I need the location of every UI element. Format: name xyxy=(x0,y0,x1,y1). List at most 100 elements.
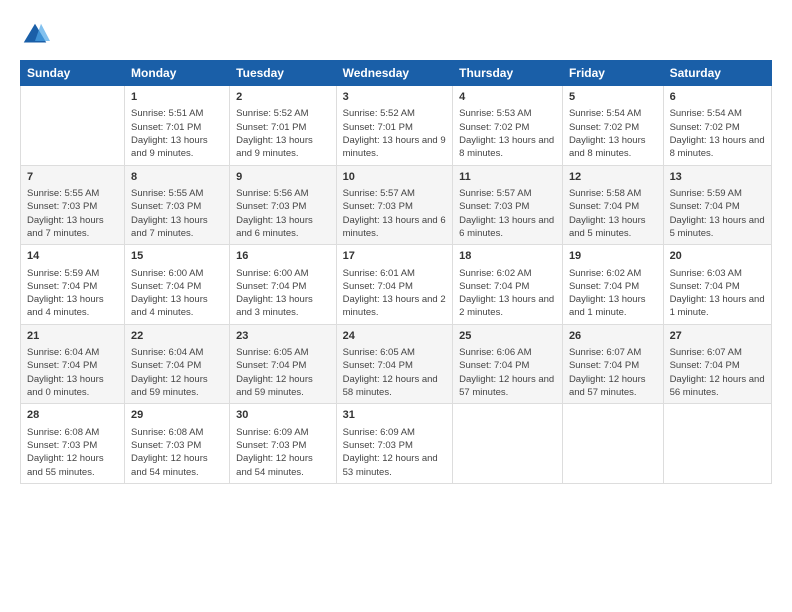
day-number: 25 xyxy=(459,329,556,344)
day-content: Sunrise: 6:00 AMSunset: 7:04 PMDaylight:… xyxy=(131,267,223,320)
day-number: 16 xyxy=(236,249,329,264)
day-content: Sunrise: 6:07 AMSunset: 7:04 PMDaylight:… xyxy=(670,346,765,399)
day-number: 24 xyxy=(343,329,447,344)
header-row: SundayMondayTuesdayWednesdayThursdayFrid… xyxy=(21,61,772,86)
day-header-thursday: Thursday xyxy=(453,61,563,86)
day-content: Sunrise: 6:05 AMSunset: 7:04 PMDaylight:… xyxy=(236,346,329,399)
day-cell: 16 Sunrise: 6:00 AMSunset: 7:04 PMDayligh… xyxy=(230,245,336,325)
day-cell: 2 Sunrise: 5:52 AMSunset: 7:01 PMDaylight… xyxy=(230,86,336,166)
day-number: 7 xyxy=(27,170,118,185)
day-number: 30 xyxy=(236,408,329,423)
week-row-3: 14 Sunrise: 5:59 AMSunset: 7:04 PMDayligh… xyxy=(21,245,772,325)
day-content: Sunrise: 6:05 AMSunset: 7:04 PMDaylight:… xyxy=(343,346,447,399)
day-number: 6 xyxy=(670,90,765,105)
day-cell: 30 Sunrise: 6:09 AMSunset: 7:03 PMDayligh… xyxy=(230,404,336,484)
day-number: 21 xyxy=(27,329,118,344)
day-cell: 18 Sunrise: 6:02 AMSunset: 7:04 PMDayligh… xyxy=(453,245,563,325)
day-cell: 31Sunrise: 6:09 AMSunset: 7:03 PMDayligh… xyxy=(336,404,453,484)
day-number: 31 xyxy=(343,408,447,423)
day-cell: 6 Sunrise: 5:54 AMSunset: 7:02 PMDaylight… xyxy=(663,86,771,166)
day-cell: 1 Sunrise: 5:51 AMSunset: 7:01 PMDaylight… xyxy=(125,86,230,166)
day-cell: 7 Sunrise: 5:55 AMSunset: 7:03 PMDaylight… xyxy=(21,165,125,245)
day-cell: 5 Sunrise: 5:54 AMSunset: 7:02 PMDaylight… xyxy=(562,86,663,166)
day-cell: 22Sunrise: 6:04 AMSunset: 7:04 PMDayligh… xyxy=(125,324,230,404)
day-cell: 29Sunrise: 6:08 AMSunset: 7:03 PMDayligh… xyxy=(125,404,230,484)
day-content: Sunrise: 6:03 AMSunset: 7:04 PMDaylight:… xyxy=(670,267,765,320)
day-header-tuesday: Tuesday xyxy=(230,61,336,86)
day-content: Sunrise: 5:52 AMSunset: 7:01 PMDaylight:… xyxy=(236,107,329,160)
day-content: Sunrise: 6:02 AMSunset: 7:04 PMDaylight:… xyxy=(459,267,556,320)
day-number: 1 xyxy=(131,90,223,105)
day-number: 10 xyxy=(343,170,447,185)
day-content: Sunrise: 5:54 AMSunset: 7:02 PMDaylight:… xyxy=(670,107,765,160)
day-cell: 10Sunrise: 5:57 AMSunset: 7:03 PMDayligh… xyxy=(336,165,453,245)
day-number: 15 xyxy=(131,249,223,264)
day-number: 23 xyxy=(236,329,329,344)
day-cell: 27 Sunrise: 6:07 AMSunset: 7:04 PMDayligh… xyxy=(663,324,771,404)
week-row-2: 7 Sunrise: 5:55 AMSunset: 7:03 PMDaylight… xyxy=(21,165,772,245)
day-number: 5 xyxy=(569,90,657,105)
day-content: Sunrise: 5:56 AMSunset: 7:03 PMDaylight:… xyxy=(236,187,329,240)
day-content: Sunrise: 5:53 AMSunset: 7:02 PMDaylight:… xyxy=(459,107,556,160)
day-cell: 8Sunrise: 5:55 AMSunset: 7:03 PMDaylight… xyxy=(125,165,230,245)
day-content: Sunrise: 5:51 AMSunset: 7:01 PMDaylight:… xyxy=(131,107,223,160)
day-content: Sunrise: 6:01 AMSunset: 7:04 PMDaylight:… xyxy=(343,267,447,320)
day-content: Sunrise: 5:58 AMSunset: 7:04 PMDaylight:… xyxy=(569,187,657,240)
day-cell: 11 Sunrise: 5:57 AMSunset: 7:03 PMDayligh… xyxy=(453,165,563,245)
day-number: 14 xyxy=(27,249,118,264)
day-number: 12 xyxy=(569,170,657,185)
page: SundayMondayTuesdayWednesdayThursdayFrid… xyxy=(0,0,792,612)
day-cell: 9 Sunrise: 5:56 AMSunset: 7:03 PMDaylight… xyxy=(230,165,336,245)
day-content: Sunrise: 5:59 AMSunset: 7:04 PMDaylight:… xyxy=(27,267,118,320)
day-content: Sunrise: 6:00 AMSunset: 7:04 PMDaylight:… xyxy=(236,267,329,320)
week-row-4: 21Sunrise: 6:04 AMSunset: 7:04 PMDayligh… xyxy=(21,324,772,404)
day-number: 26 xyxy=(569,329,657,344)
day-cell xyxy=(453,404,563,484)
day-cell xyxy=(663,404,771,484)
logo-icon xyxy=(20,20,50,50)
week-row-1: 1 Sunrise: 5:51 AMSunset: 7:01 PMDaylight… xyxy=(21,86,772,166)
day-header-monday: Monday xyxy=(125,61,230,86)
day-content: Sunrise: 6:09 AMSunset: 7:03 PMDaylight:… xyxy=(236,426,329,479)
day-content: Sunrise: 5:57 AMSunset: 7:03 PMDaylight:… xyxy=(459,187,556,240)
day-number: 9 xyxy=(236,170,329,185)
day-cell: 24 Sunrise: 6:05 AMSunset: 7:04 PMDayligh… xyxy=(336,324,453,404)
day-content: Sunrise: 5:54 AMSunset: 7:02 PMDaylight:… xyxy=(569,107,657,160)
day-header-friday: Friday xyxy=(562,61,663,86)
day-content: Sunrise: 5:55 AMSunset: 7:03 PMDaylight:… xyxy=(27,187,118,240)
day-cell: 12 Sunrise: 5:58 AMSunset: 7:04 PMDayligh… xyxy=(562,165,663,245)
day-number: 17 xyxy=(343,249,447,264)
day-number: 4 xyxy=(459,90,556,105)
day-number: 2 xyxy=(236,90,329,105)
day-content: Sunrise: 5:59 AMSunset: 7:04 PMDaylight:… xyxy=(670,187,765,240)
day-number: 11 xyxy=(459,170,556,185)
day-header-saturday: Saturday xyxy=(663,61,771,86)
day-cell: 4 Sunrise: 5:53 AMSunset: 7:02 PMDaylight… xyxy=(453,86,563,166)
day-cell: 19Sunrise: 6:02 AMSunset: 7:04 PMDayligh… xyxy=(562,245,663,325)
day-cell: 28Sunrise: 6:08 AMSunset: 7:03 PMDayligh… xyxy=(21,404,125,484)
header xyxy=(20,20,772,50)
day-header-sunday: Sunday xyxy=(21,61,125,86)
day-content: Sunrise: 5:52 AMSunset: 7:01 PMDaylight:… xyxy=(343,107,447,160)
day-number: 22 xyxy=(131,329,223,344)
day-cell: 20 Sunrise: 6:03 AMSunset: 7:04 PMDayligh… xyxy=(663,245,771,325)
calendar-table: SundayMondayTuesdayWednesdayThursdayFrid… xyxy=(20,60,772,484)
day-cell: 17 Sunrise: 6:01 AMSunset: 7:04 PMDayligh… xyxy=(336,245,453,325)
day-number: 3 xyxy=(343,90,447,105)
day-cell xyxy=(562,404,663,484)
day-content: Sunrise: 6:08 AMSunset: 7:03 PMDaylight:… xyxy=(27,426,118,479)
day-cell: 23 Sunrise: 6:05 AMSunset: 7:04 PMDayligh… xyxy=(230,324,336,404)
day-number: 19 xyxy=(569,249,657,264)
day-cell: 13Sunrise: 5:59 AMSunset: 7:04 PMDayligh… xyxy=(663,165,771,245)
day-content: Sunrise: 6:07 AMSunset: 7:04 PMDaylight:… xyxy=(569,346,657,399)
day-cell: 25Sunrise: 6:06 AMSunset: 7:04 PMDayligh… xyxy=(453,324,563,404)
day-number: 27 xyxy=(670,329,765,344)
logo xyxy=(20,20,54,50)
day-content: Sunrise: 5:55 AMSunset: 7:03 PMDaylight:… xyxy=(131,187,223,240)
day-number: 18 xyxy=(459,249,556,264)
day-cell: 15 Sunrise: 6:00 AMSunset: 7:04 PMDayligh… xyxy=(125,245,230,325)
day-cell: 21Sunrise: 6:04 AMSunset: 7:04 PMDayligh… xyxy=(21,324,125,404)
day-header-wednesday: Wednesday xyxy=(336,61,453,86)
day-content: Sunrise: 6:08 AMSunset: 7:03 PMDaylight:… xyxy=(131,426,223,479)
day-number: 20 xyxy=(670,249,765,264)
